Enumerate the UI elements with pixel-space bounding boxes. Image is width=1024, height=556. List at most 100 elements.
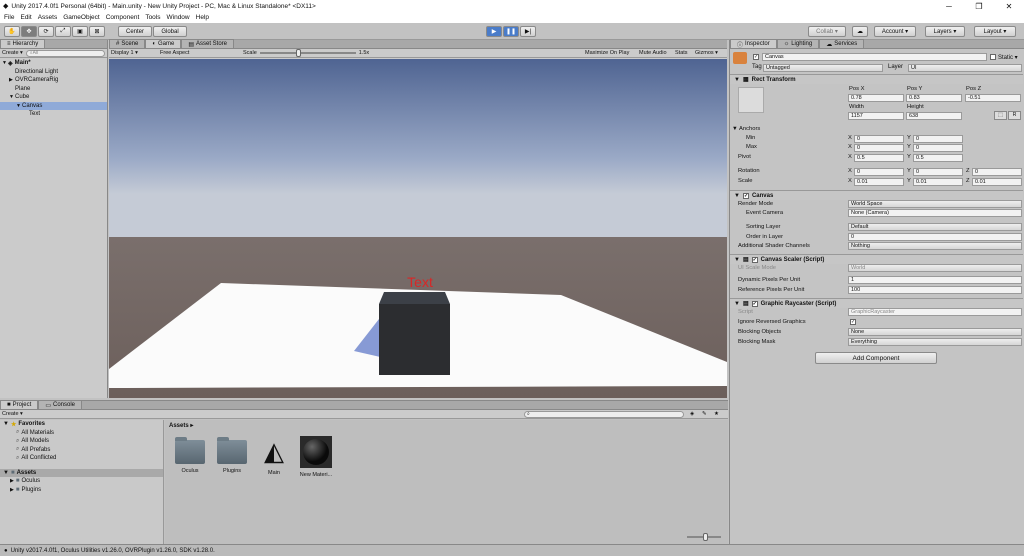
rect-tool-icon[interactable]: ▣	[72, 26, 88, 37]
anchor-presets-icon[interactable]	[738, 87, 764, 113]
layer-dropdown[interactable]: UI	[908, 64, 1022, 72]
pivot-global-button[interactable]: Global	[153, 26, 187, 37]
icon-size-slider-thumb[interactable]	[703, 533, 708, 541]
height-field[interactable]: 638	[906, 112, 962, 120]
blocking-objects-dropdown[interactable]: None	[848, 328, 1022, 336]
hierarchy-search-input[interactable]: ⌕ All	[25, 49, 105, 57]
tag-dropdown[interactable]: Untagged	[763, 64, 883, 72]
hierarchy-item[interactable]: ▶ OVRCameraRig	[0, 76, 107, 85]
tab-lighting[interactable]: ☼ Lighting	[776, 39, 820, 48]
assets-breadcrumb[interactable]: Assets ▸	[169, 422, 193, 429]
assets-root-row[interactable]: ▼ ■ Assets	[0, 468, 163, 477]
project-search-input[interactable]: ⌕	[524, 410, 684, 418]
hierarchy-item[interactable]: Directional Light	[0, 68, 107, 77]
pivot-center-button[interactable]: Center	[118, 26, 152, 37]
stats-button[interactable]: Stats	[675, 50, 688, 56]
favorite-item[interactable]: ⌕ All Models	[0, 437, 163, 446]
object-name-field[interactable]: Canvas	[762, 53, 987, 61]
filter-label-icon[interactable]: ✎	[702, 411, 707, 417]
expand-icon[interactable]: ▶	[10, 478, 14, 484]
scale-y-field[interactable]: 0.01	[913, 178, 963, 186]
anchor-min-y-field[interactable]: 0	[913, 135, 963, 143]
tab-services[interactable]: ☁ Services	[819, 39, 865, 48]
asset-item[interactable]: ◭ Main	[257, 436, 291, 478]
close-button[interactable]: ✕	[994, 0, 1024, 12]
tab-inspector[interactable]: ⓘ Inspector	[730, 39, 777, 49]
layout-dropdown[interactable]: Layout ▾	[974, 26, 1016, 37]
posy-field[interactable]: 0.83	[906, 94, 962, 102]
hierarchy-item[interactable]: ▼ ◈ Main*	[0, 59, 107, 68]
ignore-reversed-checkbox[interactable]: ✓	[850, 319, 856, 325]
asset-folder-item[interactable]: ▶ ■ Plugins	[0, 486, 163, 495]
tab-console[interactable]: ▭ Console	[38, 400, 82, 409]
pause-icon[interactable]: ❚❚	[503, 26, 519, 37]
rotation-x-field[interactable]: 0	[854, 168, 904, 176]
pivot-y-field[interactable]: 0.5	[913, 154, 963, 162]
favorite-item[interactable]: ⌕ All Materials	[0, 429, 163, 438]
scale-z-field[interactable]: 0.01	[972, 178, 1022, 186]
menu-window[interactable]: Window	[167, 14, 190, 21]
rotation-y-field[interactable]: 0	[913, 168, 963, 176]
menu-help[interactable]: Help	[196, 14, 209, 21]
raycaster-enabled-checkbox[interactable]: ✓	[751, 300, 758, 307]
cloud-icon[interactable]: ☁	[852, 26, 868, 37]
hierarchy-item[interactable]: ▼ Cube	[0, 93, 107, 102]
tab-game[interactable]: ◐ Game	[145, 39, 182, 48]
hierarchy-item[interactable]: Text	[0, 110, 107, 119]
create-button[interactable]: Create ▾	[2, 50, 23, 56]
step-icon[interactable]: ▶|	[520, 26, 536, 37]
active-checkbox[interactable]: ✓	[753, 54, 759, 60]
favorite-item[interactable]: ⌕ All Conflicted	[0, 454, 163, 463]
aspect-dropdown[interactable]: Free Aspect	[160, 50, 240, 56]
event-camera-field[interactable]: None (Camera)	[848, 209, 1022, 217]
play-icon[interactable]: ▶	[486, 26, 502, 37]
menu-gameobject[interactable]: GameObject	[63, 14, 100, 21]
canvas-enabled-checkbox[interactable]: ✓	[742, 192, 749, 199]
minimize-button[interactable]: ─	[934, 0, 964, 12]
icon-size-slider[interactable]	[687, 533, 721, 541]
graphic-raycaster-header[interactable]: ▼ ▤ ✓ Graphic Raycaster (Script)	[730, 298, 1023, 308]
move-tool-icon[interactable]: ✥	[21, 26, 37, 37]
filter-type-icon[interactable]: ◈	[690, 411, 694, 417]
account-dropdown[interactable]: Account ▾	[874, 26, 916, 37]
rotation-z-field[interactable]: 0	[972, 168, 1022, 176]
width-field[interactable]: 1157	[848, 112, 904, 120]
rotate-tool-icon[interactable]: ⟳	[38, 26, 54, 37]
asset-item[interactable]: Oculus	[173, 436, 207, 478]
posz-field[interactable]: -0.51	[965, 94, 1021, 102]
posx-field[interactable]: 0.78	[848, 94, 904, 102]
asset-folder-item[interactable]: ▶ ■ Oculus	[0, 477, 163, 486]
menu-assets[interactable]: Assets	[38, 14, 58, 21]
menu-tools[interactable]: Tools	[145, 14, 160, 21]
menu-edit[interactable]: Edit	[20, 14, 31, 21]
anchor-max-y-field[interactable]: 0	[913, 144, 963, 152]
tab-project[interactable]: ■ Project	[0, 400, 39, 409]
blueprint-mode-button[interactable]: ⬚	[994, 111, 1007, 120]
rect-transform-header[interactable]: ▼ ▦ Rect Transform	[730, 74, 1023, 84]
scale-x-field[interactable]: 0.01	[854, 178, 904, 186]
anchor-max-x-field[interactable]: 0	[854, 144, 904, 152]
layers-dropdown[interactable]: Layers ▾	[925, 26, 965, 37]
shader-channels-dropdown[interactable]: Nothing	[848, 242, 1022, 250]
gizmos-dropdown[interactable]: Gizmos ▾	[695, 50, 718, 56]
order-in-layer-field[interactable]: 0	[848, 233, 1022, 241]
maximize-button[interactable]: ❐	[964, 0, 994, 12]
asset-item[interactable]: Plugins	[215, 436, 249, 478]
favorite-item[interactable]: ⌕ All Prefabs	[0, 446, 163, 455]
asset-item[interactable]: New Materi...	[299, 436, 333, 478]
menu-file[interactable]: File	[4, 14, 14, 21]
anchors-foldout[interactable]: ▼ Anchors	[732, 126, 760, 132]
collab-button[interactable]: Collab ▾	[808, 26, 846, 37]
scale-slider[interactable]	[259, 49, 356, 57]
canvas-header[interactable]: ▼ ✓ Canvas	[730, 190, 1023, 200]
expand-icon[interactable]: ▶	[10, 487, 14, 493]
hierarchy-item[interactable]: Plane	[0, 85, 107, 94]
scale-slider-thumb[interactable]	[295, 49, 301, 57]
hand-tool-icon[interactable]: ✋	[4, 26, 20, 37]
add-component-button[interactable]: Add Component	[815, 352, 937, 364]
blocking-mask-dropdown[interactable]: Everything	[848, 338, 1022, 346]
transform-tool-icon[interactable]: ⊠	[89, 26, 105, 37]
anchor-min-x-field[interactable]: 0	[854, 135, 904, 143]
canvas-scaler-header[interactable]: ▼ ▤ ✓ Canvas Scaler (Script)	[730, 254, 1023, 264]
star-icon[interactable]: ★	[714, 411, 719, 417]
